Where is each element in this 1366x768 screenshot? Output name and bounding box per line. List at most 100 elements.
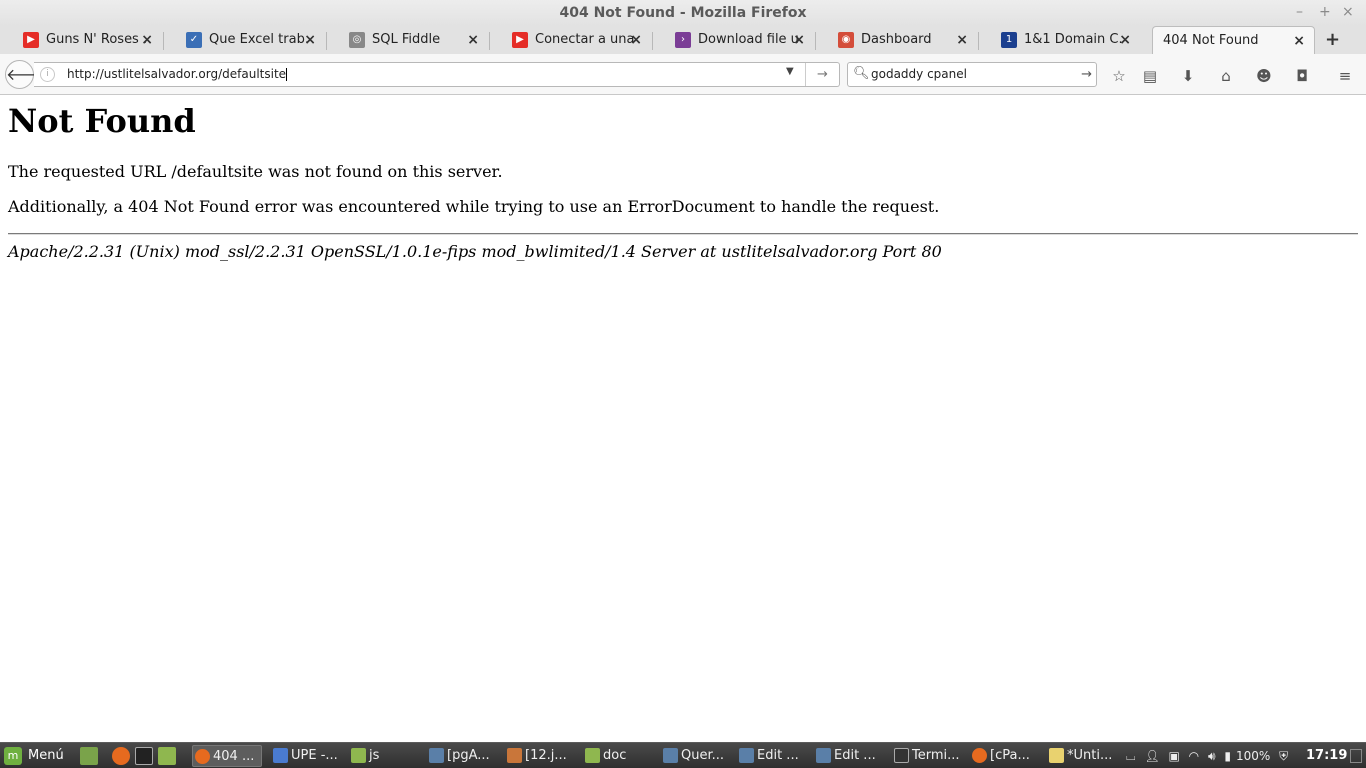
task-pgadmin[interactable]: [pgA... — [427, 745, 497, 767]
hello-chat-icon[interactable]: ☻ — [1253, 66, 1275, 86]
image-viewer-icon — [507, 748, 522, 763]
tab-download-file[interactable]: › Download file u... × — [652, 26, 814, 54]
server-signature: Apache/2.2.31 (Unix) mod_ssl/2.2.31 Open… — [8, 242, 942, 261]
box-icon — [273, 748, 288, 763]
window-titlebar: 404 Not Found - Mozilla Firefox – + × — [0, 0, 1366, 26]
divider — [8, 233, 1358, 235]
close-tab-icon[interactable]: × — [304, 32, 316, 48]
task-upe[interactable]: UPE -... — [271, 745, 341, 767]
tab-que-excel[interactable]: ✓ Que Excel trab... × — [163, 26, 325, 54]
youtube-icon: ▶ — [512, 32, 528, 48]
show-desktop-button[interactable] — [1350, 749, 1362, 763]
task-firefox-cpanel[interactable]: [cPa... — [970, 745, 1040, 767]
new-tab-button[interactable]: + — [1325, 29, 1340, 50]
task-text-editor[interactable]: *Unti... — [1047, 745, 1117, 767]
tab-1and1-domain[interactable]: 1 1&1 Domain C... × — [978, 26, 1140, 54]
tab-label: 404 Not Found — [1163, 33, 1259, 48]
task-firefox-404[interactable]: 404 ... — [192, 745, 262, 767]
history-dropdown-icon[interactable]: ▼ — [786, 66, 794, 77]
navigation-toolbar: 🡐 i http://ustlitelsalvador.org/defaults… — [0, 54, 1366, 95]
purple-arrow-icon: › — [675, 32, 691, 48]
maximize-button[interactable]: + — [1319, 4, 1331, 20]
battery-icon[interactable]: ▮ — [1224, 743, 1231, 768]
shield-icon[interactable]: ⛨ — [1279, 743, 1288, 768]
dashboard-favicon: ◉ — [838, 32, 854, 48]
minimize-all-icon[interactable]: ⌴ — [1126, 743, 1136, 768]
volume-icon[interactable]: 🔊︎ — [1208, 743, 1216, 768]
go-arrow-icon[interactable]: → — [805, 63, 839, 86]
clock[interactable]: 17:19 — [1306, 743, 1347, 768]
files-launcher-icon[interactable] — [158, 747, 176, 765]
task-image-viewer[interactable]: [12.j... — [505, 745, 575, 767]
mint-logo-icon: m — [4, 746, 22, 765]
tab-label: Que Excel trab... — [209, 32, 309, 47]
elephant-icon: ◎ — [349, 32, 365, 48]
close-tab-icon[interactable]: × — [1119, 32, 1131, 48]
system-tray: ⌴ 👤︎ ▣ ◠ 🔊︎ ▮ 100% ⛨ — [1126, 743, 1293, 768]
start-menu-label: Menú — [28, 748, 64, 763]
pocket-icon[interactable]: ◘ — [1291, 66, 1313, 86]
battery-percent: 100% — [1235, 749, 1271, 763]
tab-404-not-found[interactable]: 404 Not Found × — [1152, 26, 1315, 54]
task-doc-folder[interactable]: doc — [583, 745, 653, 767]
pgadmin-icon — [429, 748, 444, 763]
minimize-button[interactable]: – — [1296, 4, 1303, 20]
1and1-icon: 1 — [1001, 32, 1017, 48]
show-desktop-launcher-icon[interactable] — [80, 747, 98, 765]
task-terminal[interactable]: Termi... — [892, 745, 964, 767]
wifi-icon[interactable]: ◠ — [1189, 743, 1199, 768]
start-menu-button[interactable]: m Menú — [4, 743, 64, 768]
folder-icon — [351, 748, 366, 763]
task-js-folder[interactable]: js — [349, 745, 419, 767]
search-icon: 🔍︎ — [853, 66, 870, 81]
download-icon[interactable]: ⬇ — [1177, 66, 1199, 86]
close-tab-icon[interactable]: × — [956, 32, 968, 48]
close-tab-icon[interactable]: × — [467, 32, 479, 48]
back-button[interactable]: 🡐 — [5, 60, 49, 89]
terminal-launcher-icon[interactable] — [135, 747, 153, 765]
tab-conectar[interactable]: ▶ Conectar a una... × — [489, 26, 651, 54]
firefox-icon — [972, 748, 987, 763]
text-editor-icon — [1049, 748, 1064, 763]
taskbar: m Menú 404 ... UPE -... js [pgA... [12.j.… — [0, 742, 1366, 768]
tab-dashboard[interactable]: ◉ Dashboard × — [815, 26, 977, 54]
url-bar[interactable]: i http://ustlitelsalvador.org/defaultsit… — [34, 62, 840, 87]
bookmarks-list-icon[interactable]: ▤ — [1139, 66, 1161, 86]
search-bar[interactable]: 🔍︎ godaddy cpanel → — [847, 62, 1097, 87]
tab-strip: ▶ Guns N' Roses ... × ✓ Que Excel trab..… — [0, 26, 1366, 54]
page-content: Not Found The requested URL /defaultsite… — [0, 96, 1366, 742]
terminal-icon — [894, 748, 909, 763]
checkmark-site-icon: ✓ — [186, 32, 202, 48]
close-tab-icon[interactable]: × — [630, 32, 642, 48]
url-input[interactable]: http://ustlitelsalvador.org/defaultsite — [67, 63, 288, 86]
tab-label: 1&1 Domain C... — [1024, 32, 1124, 47]
youtube-icon: ▶ — [23, 32, 39, 48]
firefox-launcher-icon[interactable] — [112, 747, 130, 765]
close-window-button[interactable]: × — [1342, 4, 1354, 20]
clipboard-icon[interactable]: ▣ — [1169, 743, 1180, 768]
home-icon[interactable]: ⌂ — [1215, 66, 1237, 86]
search-input[interactable]: godaddy cpanel — [871, 63, 967, 86]
tab-label: Guns N' Roses ... — [46, 32, 146, 47]
tab-sql-fiddle[interactable]: ◎ SQL Fiddle × — [326, 26, 488, 54]
hamburger-menu-icon[interactable]: ≡ — [1334, 66, 1356, 86]
close-tab-icon[interactable]: × — [141, 32, 153, 48]
search-go-icon[interactable]: → — [1081, 63, 1092, 86]
close-tab-icon[interactable]: × — [793, 32, 805, 48]
close-tab-icon[interactable]: × — [1293, 33, 1305, 49]
task-edit-2[interactable]: Edit ... — [814, 745, 884, 767]
window-title: 404 Not Found - Mozilla Firefox — [559, 5, 807, 21]
task-edit-1[interactable]: Edit ... — [737, 745, 807, 767]
info-icon[interactable]: i — [40, 67, 55, 82]
pgadmin-icon — [816, 748, 831, 763]
tab-label: Dashboard — [861, 32, 932, 47]
bookmark-star-icon[interactable]: ☆ — [1108, 66, 1130, 86]
pgadmin-icon — [739, 748, 754, 763]
firefox-icon — [195, 749, 210, 764]
error-message: The requested URL /defaultsite was not f… — [8, 162, 503, 181]
task-query[interactable]: Quer... — [661, 745, 731, 767]
tab-label: Download file u... — [698, 32, 798, 47]
tab-guns-n-roses[interactable]: ▶ Guns N' Roses ... × — [0, 26, 162, 54]
user-icon[interactable]: 👤︎ — [1144, 743, 1159, 768]
error-document-message: Additionally, a 404 Not Found error was … — [8, 197, 940, 216]
